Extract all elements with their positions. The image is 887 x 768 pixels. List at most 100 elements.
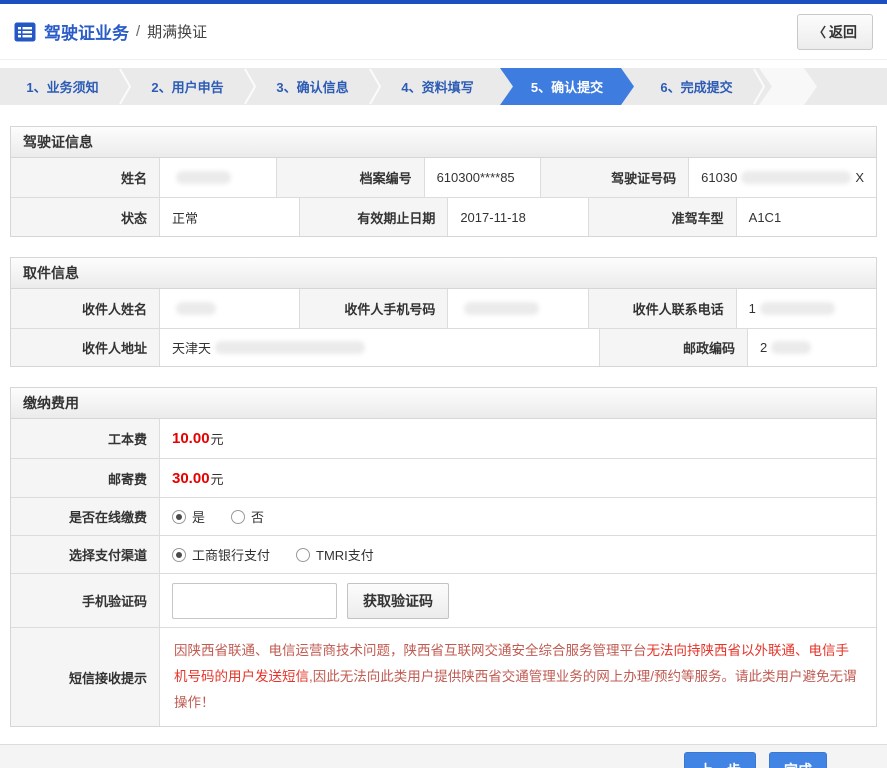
- step-label: 1、业务须知: [26, 80, 99, 95]
- sms-code-input[interactable]: [172, 582, 337, 619]
- license-number-suffix: X: [855, 170, 864, 185]
- step-separator-icon: [753, 68, 766, 105]
- step-wizard: 1、业务须知 2、用户申告 3、确认信息 4、资料填写 5、确认提交 6、完成提…: [0, 68, 887, 105]
- step-3-confirm-info[interactable]: 3、确认信息: [250, 68, 382, 105]
- step-label: 2、用户申告: [151, 80, 224, 95]
- recipient-mobile-value: [447, 289, 588, 328]
- name-value: [159, 158, 276, 197]
- back-button-label: 返回: [829, 23, 857, 40]
- zip-code-label: 邮政编码: [599, 329, 747, 366]
- table-row: 选择支付渠道 工商银行支付 TMRI支付: [11, 535, 876, 573]
- zip-code-prefix: 2: [760, 340, 768, 355]
- redacted-value: [176, 302, 216, 315]
- step-label: 5、确认提交: [530, 80, 604, 95]
- radio-icon: [172, 547, 186, 562]
- online-pay-value: 是 否: [159, 498, 876, 535]
- base-fee-value: 10.00 元: [159, 419, 876, 458]
- expiry-date-value: 2017-11-18: [447, 198, 588, 236]
- license-number-prefix: 61030: [701, 170, 738, 185]
- recipient-address-value: 天津天: [159, 329, 599, 366]
- page-header: 驾驶证业务 / 期满换证 〈 返回: [0, 4, 887, 60]
- zip-code-value: 2: [747, 329, 876, 366]
- step-2-user-declaration[interactable]: 2、用户申告: [125, 68, 257, 105]
- sms-notice-text: 因陕西省联通、电信运营商技术问题，陕西省互联网交通安全综合服务管理平台无法向持陕…: [159, 628, 876, 726]
- base-fee-label: 工本费: [11, 419, 159, 458]
- vehicle-class-label: 准驾车型: [587, 198, 736, 236]
- table-row: 收件人地址 天津天 邮政编码 2: [11, 328, 876, 366]
- base-fee-unit: 元: [210, 432, 224, 447]
- postage-fee-amount: 30.00: [172, 469, 210, 487]
- step-label: 3、确认信息: [276, 80, 349, 95]
- payment-section: 缴纳费用 工本费 10.00 元 邮寄费 30.00 元 是否在线缴费 是 否 …: [10, 387, 877, 727]
- back-button[interactable]: 〈 返回: [796, 13, 873, 50]
- sms-code-label: 手机验证码: [11, 574, 159, 627]
- redacted-value: [215, 341, 366, 354]
- redacted-value: [771, 341, 812, 354]
- sms-notice-label: 短信接收提示: [11, 628, 159, 726]
- step-5-confirm-submit[interactable]: 5、确认提交: [500, 68, 634, 105]
- redacted-value: [464, 302, 540, 315]
- pay-channel-radio-group: 工商银行支付 TMRI支付: [172, 545, 374, 564]
- file-number-label: 档案编号: [275, 158, 424, 197]
- page-title: 驾驶证业务: [44, 24, 129, 43]
- step-4-fill-materials[interactable]: 4、资料填写: [375, 68, 500, 105]
- pickup-info-section: 取件信息 收件人姓名 收件人手机号码 收件人联系电话 1 收件人地址 天津天 邮…: [10, 257, 877, 367]
- radio-option-label: 工商银行支付: [192, 548, 271, 563]
- previous-step-button[interactable]: 上一步: [684, 751, 756, 768]
- finish-button[interactable]: 完成: [769, 751, 827, 768]
- recipient-phone-prefix: 1: [748, 301, 756, 316]
- vehicle-class-value: A1C1: [735, 198, 876, 236]
- main-content: 驾驶证信息 姓名 档案编号 610300****85 驾驶证号码 61030 X …: [0, 126, 887, 727]
- recipient-name-value: [159, 289, 300, 328]
- step-trailing-arrow: [759, 68, 817, 105]
- table-row: 状态 正常 有效期止日期 2017-11-18 准驾车型 A1C1: [11, 197, 876, 236]
- breadcrumb-subpage: 期满换证: [147, 24, 208, 41]
- radio-option-label: 否: [251, 510, 265, 525]
- chevron-left-icon: 〈: [812, 25, 826, 40]
- recipient-address-prefix: 天津天: [172, 341, 212, 356]
- postage-fee-label: 邮寄费: [11, 459, 159, 497]
- radio-option-label: 是: [192, 510, 206, 525]
- postage-fee-unit: 元: [210, 471, 224, 487]
- redacted-value: [741, 171, 852, 184]
- step-separator-icon: [244, 68, 257, 105]
- step-label: 4、资料填写: [401, 80, 474, 95]
- step-label: 6、完成提交: [660, 80, 733, 95]
- radio-icon: [172, 509, 186, 524]
- table-row: 短信接收提示 因陕西省联通、电信运营商技术问题，陕西省互联网交通安全综合服务管理…: [11, 627, 876, 726]
- online-pay-option-yes[interactable]: 是: [172, 507, 205, 526]
- pay-channel-value: 工商银行支付 TMRI支付: [159, 536, 876, 573]
- redacted-value: [176, 171, 231, 184]
- step-1-business-notice[interactable]: 1、业务须知: [0, 68, 132, 105]
- online-pay-option-no[interactable]: 否: [231, 507, 264, 526]
- table-row: 邮寄费 30.00 元: [11, 458, 876, 497]
- recipient-phone-value: 1: [735, 289, 876, 328]
- pay-channel-option-tmri[interactable]: TMRI支付: [296, 545, 374, 564]
- postage-fee-value: 30.00 元: [159, 459, 876, 497]
- license-info-section: 驾驶证信息 姓名 档案编号 610300****85 驾驶证号码 61030 X …: [10, 126, 877, 237]
- license-number-label: 驾驶证号码: [540, 158, 689, 197]
- step-separator-icon: [369, 68, 382, 105]
- online-pay-radio-group: 是 否: [172, 507, 264, 526]
- file-number-value: 610300****85: [423, 158, 541, 197]
- footer-action-bar: 上一步 完成: [0, 744, 887, 768]
- pay-channel-option-icbc[interactable]: 工商银行支付: [172, 545, 270, 564]
- recipient-name-label: 收件人姓名: [11, 289, 159, 328]
- radio-option-label: TMRI支付: [316, 548, 374, 563]
- table-row: 姓名 档案编号 610300****85 驾驶证号码 61030 X: [11, 158, 876, 197]
- table-row: 收件人姓名 收件人手机号码 收件人联系电话 1: [11, 289, 876, 328]
- radio-icon: [231, 509, 246, 524]
- name-label: 姓名: [11, 158, 159, 197]
- radio-icon: [296, 547, 311, 562]
- step-6-complete-submit[interactable]: 6、完成提交: [634, 68, 766, 105]
- recipient-phone-label: 收件人联系电话: [587, 289, 736, 328]
- notice-segment: 因陕西省联通、电信运营商技术问题，陕西省互联网交通安全综合服务管理平台: [174, 643, 647, 658]
- table-row: 是否在线缴费 是 否: [11, 497, 876, 535]
- redacted-value: [759, 302, 835, 315]
- status-label: 状态: [11, 198, 159, 236]
- license-section-title: 驾驶证信息: [11, 127, 876, 158]
- base-fee-amount: 10.00: [172, 430, 210, 447]
- get-code-button[interactable]: 获取验证码: [347, 582, 449, 619]
- pickup-section-title: 取件信息: [11, 258, 876, 289]
- expiry-date-label: 有效期止日期: [299, 198, 448, 236]
